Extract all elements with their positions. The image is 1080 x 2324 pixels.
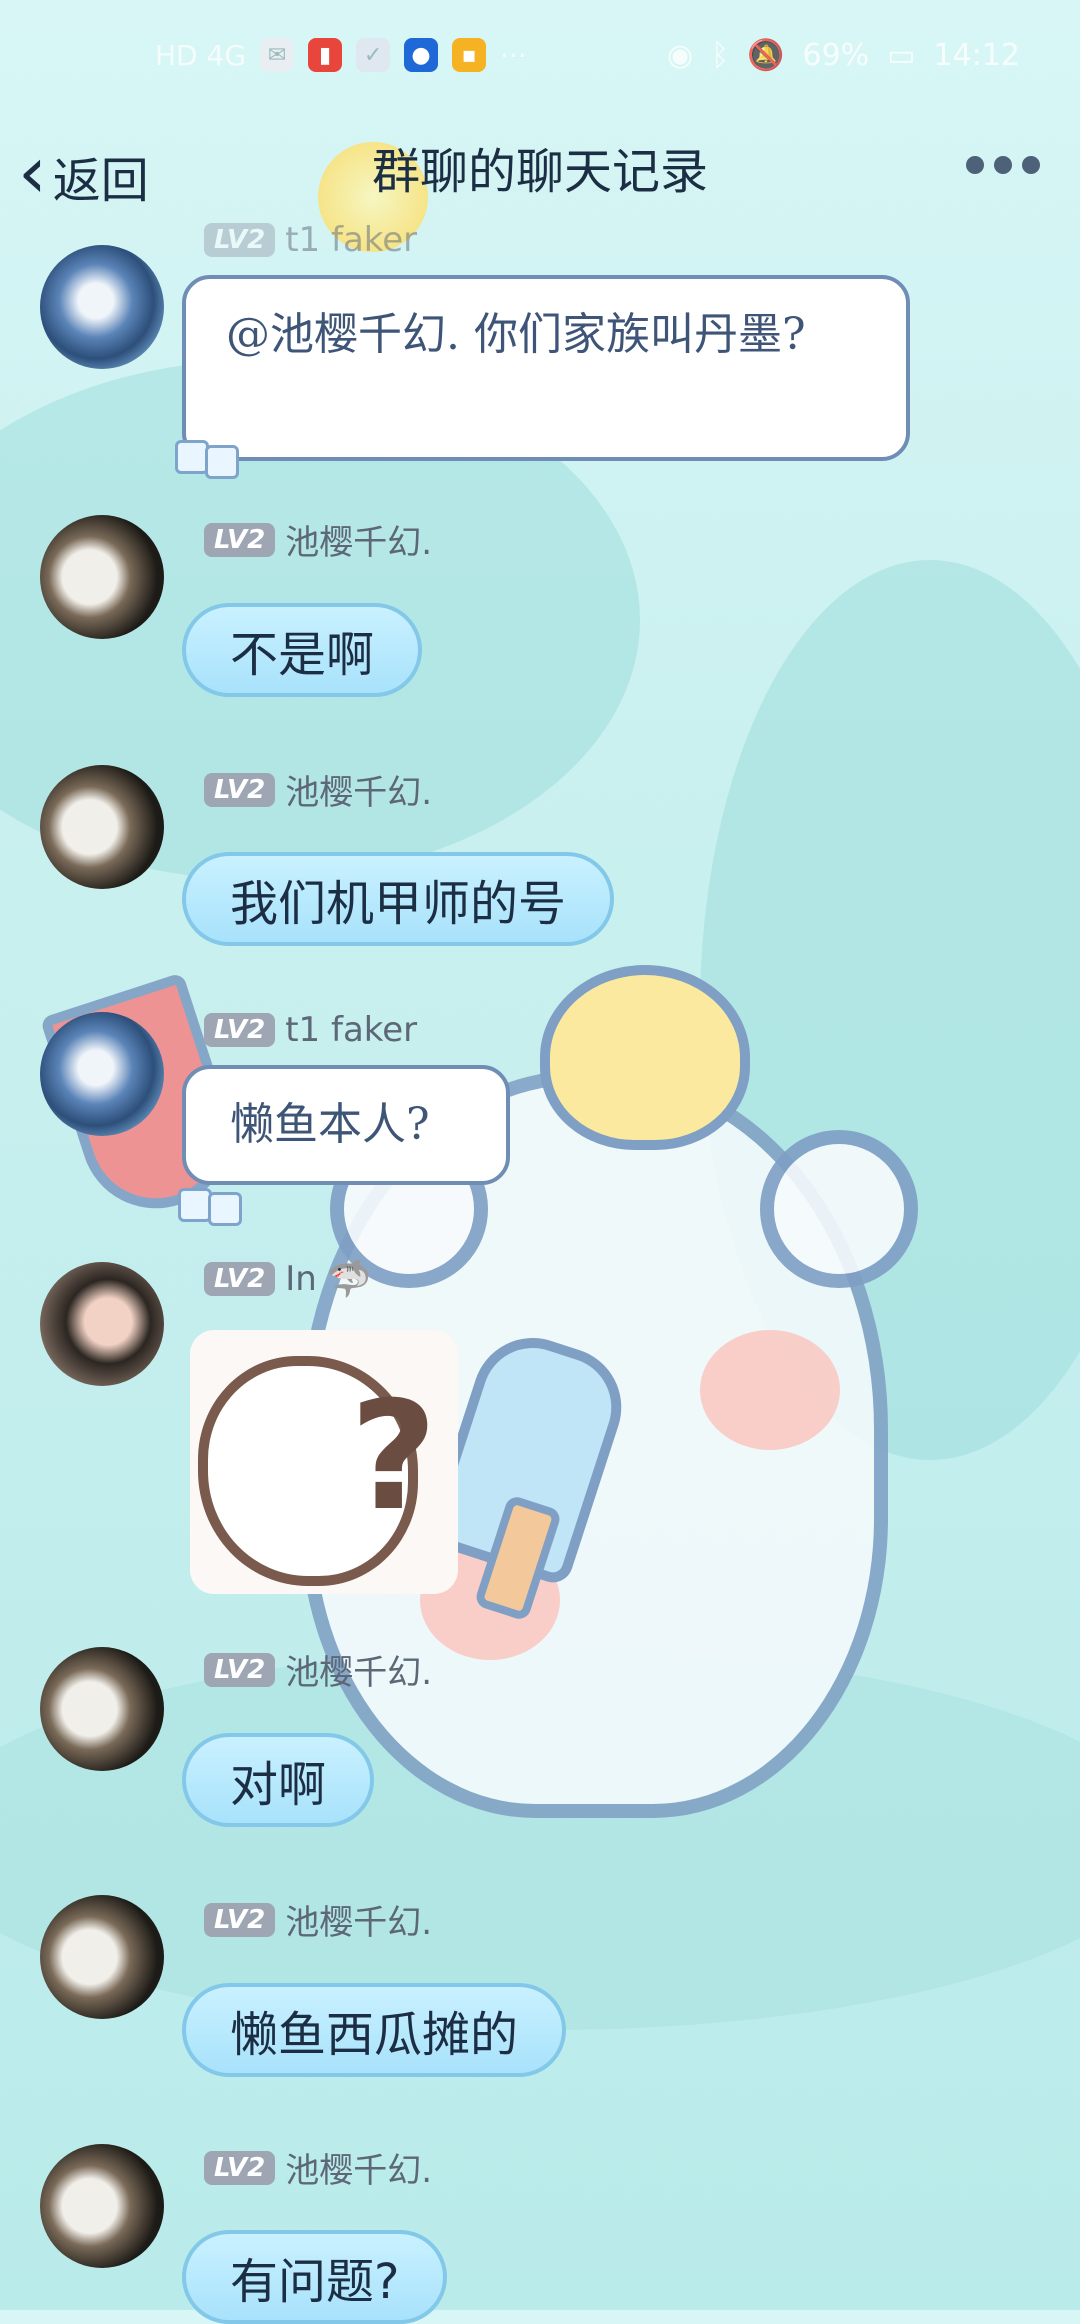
message-text: 懒鱼本人?: [230, 1099, 430, 1150]
avatar[interactable]: [40, 515, 164, 639]
message-text: 对啊: [230, 1757, 327, 1813]
sender-name: In: [285, 1259, 317, 1299]
message-text: @池樱千幻. 你们家族叫丹墨?: [226, 309, 806, 360]
sender-name: t1 faker: [285, 1010, 418, 1050]
clock: 14:12: [933, 38, 1020, 73]
top-navigation: ‹ 返回 群聊的聊天记录: [0, 120, 1080, 252]
message-bubble[interactable]: 对啊: [182, 1733, 375, 1827]
mute-icon: 🔕: [747, 38, 785, 73]
orange-app-icon: ▪: [452, 38, 487, 72]
chat-app-icon: ✉: [260, 38, 295, 72]
battery-percent: 69%: [802, 38, 870, 73]
avatar[interactable]: [40, 1012, 164, 1136]
more-notifications-icon: ···: [500, 38, 527, 72]
avatar[interactable]: [40, 1262, 164, 1386]
message-bubble[interactable]: 不是啊: [182, 603, 423, 697]
level-badge: LV2: [204, 522, 276, 557]
message-bubble[interactable]: 懒鱼西瓜摊的: [182, 1983, 567, 2077]
level-badge: LV2: [204, 772, 276, 807]
level-badge: LV2: [204, 1262, 276, 1296]
bluetooth-icon: ᛒ: [711, 38, 730, 73]
sticker-message[interactable]: ?: [190, 1330, 458, 1594]
book-app-icon: ▮: [308, 38, 343, 72]
avatar[interactable]: [40, 2144, 164, 2268]
level-badge: LV2: [204, 1013, 276, 1047]
avatar[interactable]: [40, 765, 164, 889]
network-indicator: HD 4G: [155, 38, 247, 72]
bulb-app-icon: ●: [404, 38, 439, 72]
level-badge: LV2: [204, 2150, 276, 2185]
sender-name: 池樱千幻.: [285, 2151, 433, 2191]
message-bubble[interactable]: 我们机甲师的号: [182, 852, 615, 946]
avatar[interactable]: [40, 1895, 164, 2019]
avatar[interactable]: [40, 1647, 164, 1771]
level-badge: LV2: [204, 223, 276, 257]
sender-name: 池樱千幻.: [285, 773, 433, 813]
page-title: 群聊的聊天记录: [371, 144, 708, 200]
question-mark-icon: ?: [350, 1370, 438, 1544]
sender-name: t1 faker: [285, 220, 418, 260]
message-bubble[interactable]: 懒鱼本人?: [182, 1065, 510, 1185]
message-text: 懒鱼西瓜摊的: [230, 2007, 519, 2063]
sender-name: 池樱千幻.: [285, 1653, 433, 1693]
sender-name: 池樱千幻.: [285, 1903, 433, 1943]
message-bubble[interactable]: @池樱千幻. 你们家族叫丹墨?: [182, 275, 910, 461]
level-badge: LV2: [204, 1902, 276, 1937]
message-text: 有问题?: [230, 2254, 400, 2310]
message-text: 不是啊: [230, 627, 375, 683]
level-badge: LV2: [204, 1652, 276, 1687]
message-text: 我们机甲师的号: [230, 876, 567, 932]
status-bar: HD 4G ✉ ▮ ✓ ● ▪ ··· ◉ ᛒ 🔕 69% ▭ 14:12: [0, 0, 1080, 120]
duck-decoration: [540, 965, 750, 1150]
shark-icon: 🦈: [326, 1259, 372, 1300]
more-options-button[interactable]: [966, 156, 1040, 174]
sender-name: 池樱千幻.: [285, 523, 433, 563]
battery-icon: ▭: [887, 38, 916, 73]
shield-app-icon: ✓: [356, 38, 391, 72]
avatar[interactable]: [40, 245, 164, 369]
eye-icon: ◉: [666, 38, 694, 73]
